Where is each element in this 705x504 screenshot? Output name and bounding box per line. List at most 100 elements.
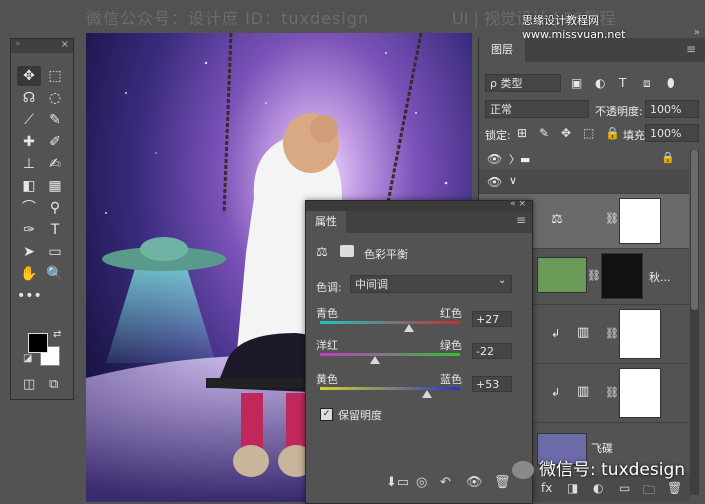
clip-arrow-icon: ↲: [551, 327, 561, 340]
layers-collapse-icon[interactable]: »: [694, 27, 700, 38]
stamp-tool-icon[interactable]: ⊥: [17, 154, 41, 174]
visibility-eye-icon[interactable]: 👁: [466, 475, 483, 490]
blend-mode-select[interactable]: 正常: [485, 100, 589, 118]
fill-input[interactable]: 100%: [645, 124, 699, 142]
pen-tool-icon[interactable]: ✑: [17, 220, 41, 240]
mask-icon[interactable]: [340, 245, 354, 257]
layer-filter-row: ρ 类型 ▣ ◐ T ⧈ ⬮: [479, 74, 705, 98]
screen-mode-icon[interactable]: ⧉: [49, 377, 58, 392]
tools-panel: » × ✥ ⬚ ☊ ◌ ⟋ ✎ ✚ ✐ ⊥ ✍ ◧ ▦ ⌒ ⚲ ✑ T ➤ ▭ ✋ 🔍 ••• ⇄ …: [10, 38, 74, 400]
lock-position-icon[interactable]: ✥: [561, 126, 571, 140]
lock-transparent-icon[interactable]: ⊞: [517, 126, 527, 140]
view-previous-icon[interactable]: ◎: [416, 475, 427, 490]
cyan-red-value-input[interactable]: +27: [472, 311, 512, 327]
magenta-green-slider-knob[interactable]: [369, 356, 380, 364]
adjustment-title: 色彩平衡: [364, 248, 408, 261]
hand-tool-icon[interactable]: ✋: [17, 264, 41, 284]
more-tools-icon[interactable]: •••: [17, 286, 42, 306]
delete-layer-icon[interactable]: 🗑: [667, 481, 682, 495]
group-collapse-icon[interactable]: ∨: [509, 174, 517, 187]
dodge-tool-icon[interactable]: ⚲: [43, 198, 67, 218]
lock-artboard-icon[interactable]: ⬚: [583, 126, 594, 140]
close-icon[interactable]: ×: [61, 39, 69, 50]
layer-filter-select[interactable]: ρ 类型: [485, 74, 561, 92]
tab-properties[interactable]: 属性: [306, 211, 346, 233]
layer-thumbnail[interactable]: [537, 257, 587, 293]
yellow-blue-value-input[interactable]: +53: [472, 376, 512, 392]
layers-menu-icon[interactable]: ≡: [686, 42, 696, 56]
eyedropper-tool-icon[interactable]: ✎: [43, 110, 67, 130]
add-mask-icon[interactable]: ◨: [567, 481, 578, 495]
filter-type-icon[interactable]: T: [619, 76, 626, 90]
type-tool-icon[interactable]: T: [43, 220, 67, 240]
opacity-input[interactable]: 100%: [645, 100, 699, 118]
reset-icon[interactable]: ↶: [440, 475, 451, 490]
tone-select[interactable]: 中间调: [350, 275, 512, 293]
zoom-tool-icon[interactable]: 🔍: [43, 264, 67, 284]
filter-smart-object-icon[interactable]: ⬮: [667, 76, 675, 91]
marquee-tool-icon[interactable]: ⬚: [43, 66, 67, 86]
layer-name[interactable]: 飞碟: [591, 440, 613, 456]
eye-icon[interactable]: 👁: [487, 175, 502, 189]
path-select-tool-icon[interactable]: ➤: [17, 242, 41, 262]
magenta-green-value-input[interactable]: -22: [472, 343, 512, 359]
layer-mask-thumbnail[interactable]: [619, 368, 661, 418]
filter-adjustment-icon[interactable]: ◐: [595, 76, 605, 90]
properties-menu-icon[interactable]: ≡: [516, 213, 526, 227]
layer-name[interactable]: 秋...: [649, 269, 671, 285]
girl-bun: [310, 115, 338, 143]
chevron-down-icon: ⌄: [498, 275, 507, 286]
layer-lock-icon: 🔒: [661, 151, 675, 164]
healing-tool-icon[interactable]: ✚: [17, 132, 41, 152]
history-brush-tool-icon[interactable]: ✍: [43, 154, 67, 174]
levels-icon: ▥: [577, 325, 590, 340]
group-expand-icon[interactable]: 〉▬: [509, 151, 530, 167]
preserve-luminosity-checkbox[interactable]: ✓: [320, 408, 333, 421]
link-icon: ⛓: [587, 269, 601, 282]
gradient-tool-icon[interactable]: ▦: [43, 176, 67, 196]
layers-scrollbar[interactable]: [690, 150, 699, 495]
layer-mask-thumbnail[interactable]: [601, 253, 643, 299]
shape-tool-icon[interactable]: ▭: [43, 242, 67, 262]
cyan-red-slider-track[interactable]: [320, 321, 460, 324]
layer-row-group[interactable]: 👁 〉▬ 🔒: [479, 148, 689, 171]
layer-mask-thumbnail[interactable]: [619, 309, 661, 359]
tab-layers[interactable]: 图层: [479, 38, 525, 62]
lock-pixels-icon[interactable]: ✎: [539, 126, 549, 140]
move-tool-icon[interactable]: ✥: [17, 66, 41, 86]
layer-row-group-open[interactable]: 👁 ∨: [479, 171, 689, 194]
cyan-red-slider-knob[interactable]: [403, 324, 414, 332]
yellow-blue-slider-knob[interactable]: [422, 390, 433, 398]
yellow-blue-slider-track[interactable]: [320, 387, 460, 390]
blur-tool-icon[interactable]: ⌒: [17, 198, 41, 218]
delete-icon[interactable]: 🗑: [494, 475, 511, 490]
fx-icon[interactable]: fx: [541, 481, 552, 495]
brush-tool-icon[interactable]: ✐: [43, 132, 67, 152]
new-layer-icon[interactable]: ▭: [619, 481, 630, 495]
clip-to-layer-icon[interactable]: ⬇▭: [386, 475, 409, 490]
properties-tab-bar: 属性 ≡: [306, 211, 532, 233]
filter-shape-icon[interactable]: ⧈: [643, 76, 651, 91]
layer-mask-thumbnail[interactable]: [619, 198, 661, 244]
eraser-tool-icon[interactable]: ◧: [17, 176, 41, 196]
slider-yellow-label: 黄色: [316, 373, 338, 386]
eye-icon[interactable]: 👁: [487, 152, 502, 166]
grip-icon[interactable]: »: [15, 39, 21, 49]
filter-pixel-icon[interactable]: ▣: [571, 76, 582, 90]
quick-select-tool-icon[interactable]: ◌: [43, 88, 67, 108]
scrollbar-thumb[interactable]: [691, 150, 698, 310]
tools-panel-header[interactable]: » ×: [11, 39, 73, 53]
quick-mask-icon[interactable]: ◫: [23, 377, 35, 392]
properties-header[interactable]: « ×: [306, 199, 532, 211]
properties-close-icon[interactable]: « ×: [510, 199, 526, 209]
crop-tool-icon[interactable]: ⟋: [17, 110, 41, 130]
swing-chain-right: [384, 33, 423, 214]
reset-colors-icon[interactable]: ◪: [23, 353, 32, 364]
new-group-icon[interactable]: 🗀: [643, 481, 655, 502]
new-adjustment-icon[interactable]: ◐: [593, 481, 603, 495]
swap-colors-icon[interactable]: ⇄: [53, 329, 61, 340]
magenta-green-slider-track[interactable]: [320, 353, 460, 356]
foreground-color-swatch[interactable]: [28, 333, 48, 353]
lasso-tool-icon[interactable]: ☊: [17, 88, 41, 108]
lock-all-icon[interactable]: 🔒: [605, 126, 620, 140]
